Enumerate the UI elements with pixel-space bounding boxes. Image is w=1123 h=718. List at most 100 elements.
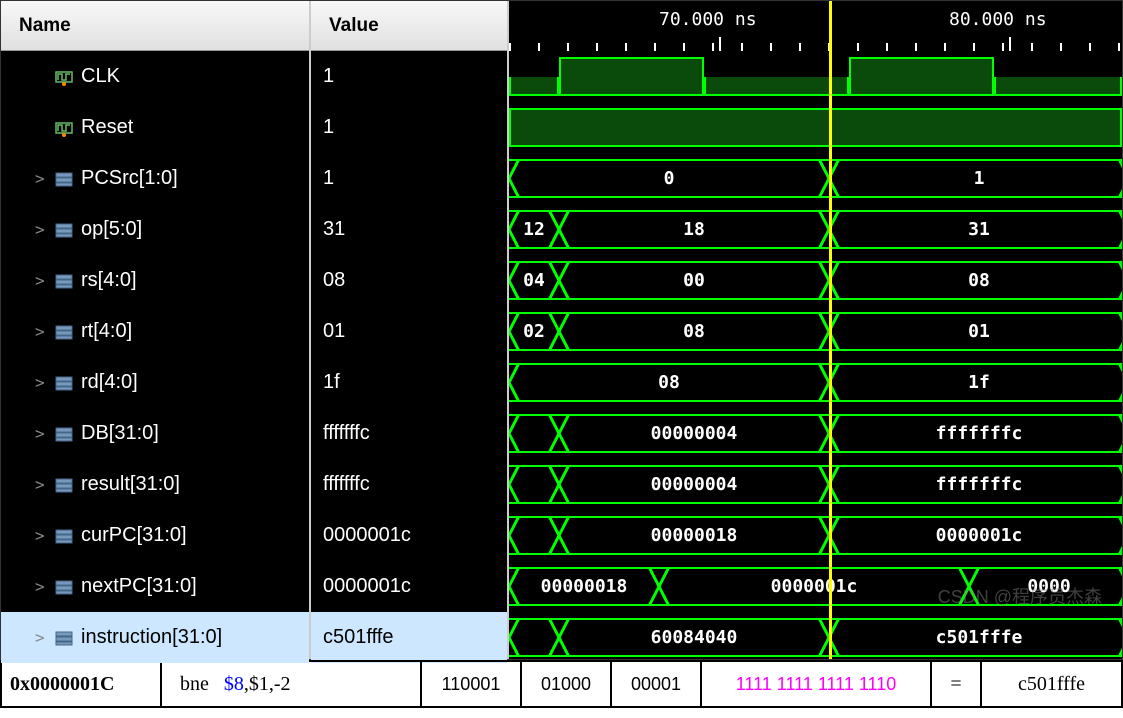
signal-value-row[interactable]: 1: [311, 153, 507, 204]
bus-value: 04: [523, 270, 545, 291]
bus-segment: 00000004: [559, 414, 829, 453]
signal-name-row[interactable]: > PCSrc[1:0]: [1, 153, 309, 204]
instruction-decode-table: 0x0000001C bne $8,$1,-2 110001 01000 000…: [0, 660, 1123, 708]
waveform-row[interactable]: 00000004 fffffffc: [509, 459, 1122, 510]
signal-value-label: 08: [323, 269, 345, 292]
expand-icon[interactable]: >: [35, 577, 47, 596]
signal-name-row[interactable]: > rt[4:0]: [1, 306, 309, 357]
signal-value-row[interactable]: 1: [311, 51, 507, 102]
signal-name-label: PCSrc[1:0]: [81, 167, 178, 190]
bus-segment: 00000018: [559, 516, 829, 555]
bus-icon: [55, 527, 73, 545]
instr-assembly: bne $8,$1,-2: [162, 662, 422, 706]
name-panel: Name CLKReset > PCSrc[1:0] > op[5:0] > rs[4:0]…: [1, 1, 309, 659]
signal-value-row[interactable]: 31: [311, 204, 507, 255]
expand-icon[interactable]: >: [35, 220, 47, 239]
bus-value: fffffffc: [936, 474, 1023, 495]
timescale-ruler[interactable]: 70.000 ns 80.000 ns: [509, 1, 1122, 51]
bus-value: 08: [683, 321, 705, 342]
bus-segment: fffffffc: [829, 414, 1122, 453]
bus-segment: c501fffe: [829, 618, 1122, 657]
value-header[interactable]: Value: [311, 1, 507, 51]
signal-value-label: 31: [323, 218, 345, 241]
signal-value-label: 0000001c: [323, 524, 411, 547]
signal-name-row[interactable]: > result[31:0]: [1, 459, 309, 510]
signal-name-label: rt[4:0]: [81, 320, 132, 343]
waveform-row[interactable]: 00000004 fffffffc: [509, 408, 1122, 459]
bus-segment: 0: [509, 159, 829, 198]
value-panel: Value 1113108011ffffffffcfffffffc0000001…: [309, 1, 509, 659]
bus-value: 02: [523, 321, 545, 342]
bus-segment: fffffffc: [829, 465, 1122, 504]
signal-value-row[interactable]: fffffffc: [311, 408, 507, 459]
bus-value: 08: [968, 270, 990, 291]
signal-name-row[interactable]: CLK: [1, 51, 309, 102]
bus-segment: [509, 618, 559, 657]
signal-name-row[interactable]: > rd[4:0]: [1, 357, 309, 408]
signal-name-row[interactable]: > rs[4:0]: [1, 255, 309, 306]
expand-icon[interactable]: >: [35, 271, 47, 290]
signal-value-row[interactable]: 01: [311, 306, 507, 357]
signal-value-label: 1: [323, 167, 334, 190]
signal-value-row[interactable]: c501fffe: [311, 612, 507, 663]
bus-segment: 18: [559, 210, 829, 249]
bus-segment: 00000018: [509, 567, 659, 606]
waveform-row[interactable]: 00000018 0000001c: [509, 510, 1122, 561]
expand-icon[interactable]: >: [35, 322, 47, 341]
bus-value: 0000001c: [771, 576, 858, 597]
signal-name-row[interactable]: >nextPC[31:0]: [1, 561, 309, 612]
time-cursor[interactable]: [829, 1, 832, 659]
bus-value: 31: [968, 219, 990, 240]
signal-name-row[interactable]: >DB[31:0]: [1, 408, 309, 459]
expand-icon[interactable]: >: [35, 526, 47, 545]
signal-name-row[interactable]: Reset: [1, 102, 309, 153]
expand-icon[interactable]: >: [35, 424, 47, 443]
signal-name-row[interactable]: > op[5:0]: [1, 204, 309, 255]
signal-name-label: result[31:0]: [81, 473, 180, 496]
signal-value-label: 0000001c: [323, 575, 411, 598]
bus-segment: 01: [829, 312, 1122, 351]
signal-name-row[interactable]: >curPC[31:0]: [1, 510, 309, 561]
waveform-row[interactable]: 04 00 08: [509, 255, 1122, 306]
bus-segment: 00: [559, 261, 829, 300]
watermark: CSDN @程序员杰森: [938, 583, 1102, 609]
bus-icon: [55, 221, 73, 239]
waveform-row[interactable]: 02 08 01: [509, 306, 1122, 357]
time-marker-2: 80.000 ns: [949, 9, 1047, 30]
signal-name-label: rs[4:0]: [81, 269, 137, 292]
expand-icon[interactable]: >: [35, 373, 47, 392]
signal-name-label: rd[4:0]: [81, 371, 138, 394]
signal-value-row[interactable]: 0000001c: [311, 561, 507, 612]
waveform-row[interactable]: 60084040 c501fffe: [509, 612, 1122, 659]
expand-icon[interactable]: >: [35, 169, 47, 188]
waveform-panel[interactable]: 70.000 ns 80.000 ns 0 1: [509, 1, 1122, 659]
bus-value: 1f: [968, 372, 990, 393]
signal-value-row[interactable]: fffffffc: [311, 459, 507, 510]
expand-icon[interactable]: >: [35, 628, 47, 647]
waveform-row[interactable]: [509, 102, 1122, 153]
bus-value: 0: [664, 168, 675, 189]
bus-value: 1: [974, 168, 985, 189]
instr-address: 0x0000001C: [2, 662, 162, 706]
signal-name-row[interactable]: >instruction[31:0]: [1, 612, 309, 663]
signal-value-row[interactable]: 1f: [311, 357, 507, 408]
signal-value-row[interactable]: 0000001c: [311, 510, 507, 561]
bus-value: 01: [968, 321, 990, 342]
signal-value-row[interactable]: 08: [311, 255, 507, 306]
reg-blue: $8: [224, 673, 244, 696]
waveform-row[interactable]: 0 1: [509, 153, 1122, 204]
waveform-row[interactable]: 08 1f: [509, 357, 1122, 408]
signal-value-label: 1: [323, 116, 334, 139]
bus-value: c501fffe: [936, 627, 1023, 648]
waveform-row[interactable]: 12 18 31: [509, 204, 1122, 255]
expand-icon[interactable]: >: [35, 475, 47, 494]
waveform-row[interactable]: [509, 51, 1122, 102]
signal-name-label: op[5:0]: [81, 218, 142, 241]
bus-segment: [509, 465, 559, 504]
bus-icon: [55, 272, 73, 290]
signal-value-row[interactable]: 1: [311, 102, 507, 153]
bus-icon: [55, 323, 73, 341]
name-header[interactable]: Name: [1, 1, 309, 51]
bus-segment: [509, 516, 559, 555]
bus-value: 18: [683, 219, 705, 240]
